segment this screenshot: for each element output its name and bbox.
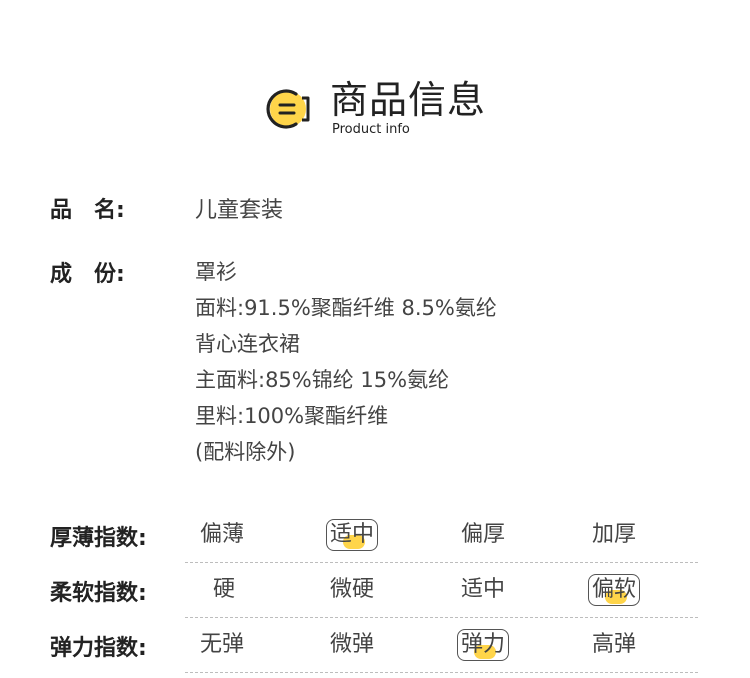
scale-option: 偏厚 [461,522,506,547]
dashed-divider [185,672,698,673]
scale-option: 微弹 [330,632,375,657]
scale-option: 加厚 [592,522,637,547]
section-header: 商品信息 Product info [266,78,526,138]
note-circle-icon [266,89,310,129]
composition-line: 面料:91.5%聚酯纤维 8.5%氨纶 [195,296,497,320]
scale-option: 偏薄 [200,522,245,547]
thickness-scale: 厚薄指数: 偏薄 适中 偏厚 加厚 [50,508,700,563]
scale-option-selected: 弹力 [457,629,510,661]
section-title: 商品信息 [330,78,487,122]
scale-option: 硬 [213,577,236,602]
product-name-value: 儿童套装 [195,198,284,223]
scale-option: 微硬 [330,577,375,602]
composition-line: 里料:100%聚酯纤维 [195,404,389,428]
scale-label: 柔软指数: [50,581,147,606]
softness-scale: 柔软指数: 硬 微硬 适中 偏软 [50,563,700,618]
product-name-label: 品 名: [50,198,125,223]
scale-label: 弹力指数: [50,636,147,661]
scale-option-selected: 偏软 [588,574,641,606]
scale-option: 高弹 [592,632,637,657]
composition-line: 罩衫 [195,260,237,284]
scale-option: 适中 [461,577,506,602]
scale-label: 厚薄指数: [50,526,147,551]
scale-option-selected: 适中 [326,519,379,551]
scale-option: 无弹 [200,632,245,657]
elasticity-scale: 弹力指数: 无弹 微弹 弹力 高弹 [50,618,700,673]
composition-line: 背心连衣裙 [195,332,300,356]
composition-label: 成 份: [50,262,125,287]
composition-list: 罩衫 面料:91.5%聚酯纤维 8.5%氨纶 背心连衣裙 主面料:85%锦纶 1… [195,254,497,470]
composition-line: 主面料:85%锦纶 15%氨纶 [195,368,450,392]
composition-line: (配料除外) [195,440,296,464]
section-subtitle: Product info [332,122,410,137]
